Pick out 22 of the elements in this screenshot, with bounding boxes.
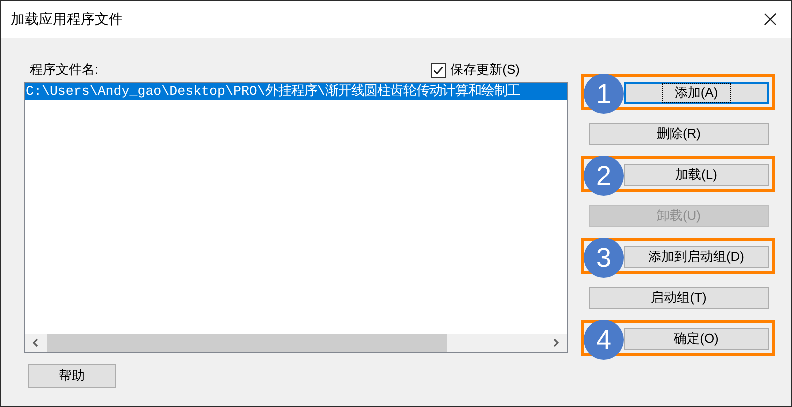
scroll-right-icon[interactable]	[551, 338, 561, 348]
action-button[interactable]: 删除(R)	[589, 123, 769, 145]
action-button[interactable]: 启动组(T)	[589, 287, 769, 309]
step-number: 4	[584, 320, 624, 360]
close-icon[interactable]	[764, 13, 777, 26]
action-button[interactable]: 加载(L)	[624, 164, 769, 186]
file-list[interactable]: C:\Users\Andy_gao\Desktop\PRO\外挂程序\渐开线圆柱齿轮传动计算和绘制工	[24, 82, 568, 353]
checkbox-label[interactable]: 保存更新(S)	[450, 61, 520, 79]
file-path-item[interactable]: C:\Users\Andy_gao\Desktop\PRO\外挂程序\渐开线圆柱齿轮传动计算和绘制工	[25, 83, 567, 100]
checkbox[interactable]	[430, 62, 446, 78]
window-title: 加载应用程序文件	[11, 10, 123, 28]
step-number: 3	[584, 238, 624, 278]
help-button[interactable]: 帮助	[28, 364, 116, 388]
step-number: 1	[584, 74, 624, 114]
horizontal-scrollbar[interactable]	[25, 334, 567, 352]
step-number: 2	[584, 156, 624, 196]
scroll-thumb[interactable]	[47, 334, 447, 352]
scroll-left-icon[interactable]	[31, 338, 41, 348]
list-label: 程序文件名:	[30, 61, 99, 79]
action-button[interactable]: 添加(A)	[624, 82, 769, 104]
action-button[interactable]: 确定(O)	[624, 328, 769, 350]
action-button[interactable]: 添加到启动组(D)	[624, 246, 769, 268]
